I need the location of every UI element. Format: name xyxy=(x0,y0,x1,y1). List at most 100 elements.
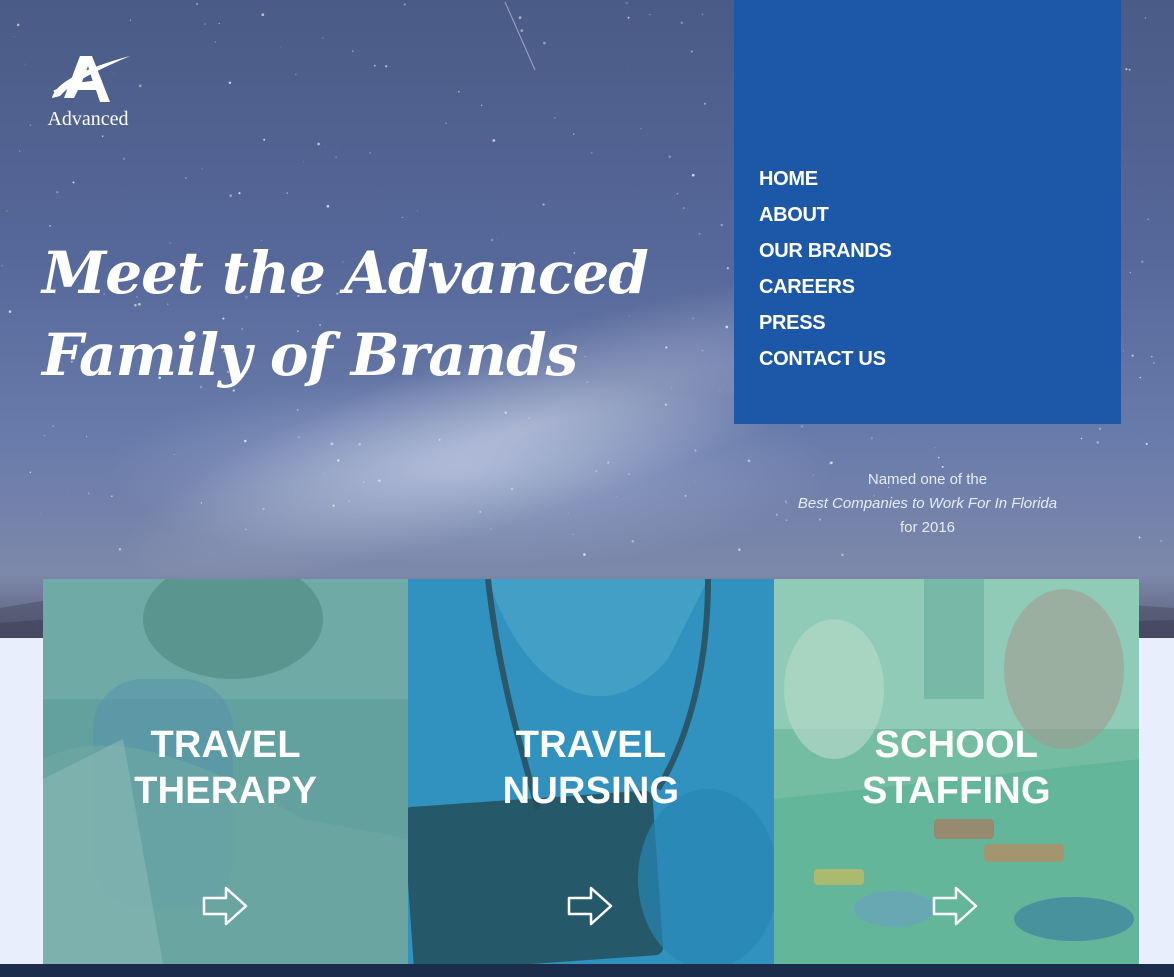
nav-item-contact-us: CONTACT US xyxy=(759,348,892,384)
star xyxy=(680,21,684,25)
star xyxy=(719,391,721,393)
star xyxy=(29,124,32,127)
star xyxy=(195,2,199,6)
star xyxy=(348,500,351,502)
star xyxy=(444,122,448,125)
card-title: TRAVEL NURSING xyxy=(408,722,773,814)
star xyxy=(322,37,324,39)
star xyxy=(625,1,629,5)
star xyxy=(938,456,940,459)
star xyxy=(24,63,26,65)
star xyxy=(553,116,556,119)
star xyxy=(1,264,4,267)
star xyxy=(358,443,362,446)
star xyxy=(138,84,142,88)
star xyxy=(1128,68,1131,71)
star xyxy=(527,416,531,419)
star xyxy=(704,102,706,105)
star xyxy=(56,190,59,194)
star xyxy=(1098,427,1102,430)
card-title-line-2: THERAPY xyxy=(134,770,318,812)
star xyxy=(586,399,587,401)
nav-link-press[interactable]: PRESS xyxy=(759,312,826,334)
award-line-1: Named one of the xyxy=(867,471,988,488)
star xyxy=(693,480,696,483)
star xyxy=(1138,536,1141,539)
star xyxy=(303,161,304,162)
arrow-right-icon[interactable] xyxy=(932,884,980,928)
advanced-logo-mark-icon xyxy=(52,56,130,102)
main-navigation: HOME ABOUT OUR BRANDS CAREERS PRESS CONT… xyxy=(734,0,1121,424)
star xyxy=(325,145,326,147)
star xyxy=(352,50,354,52)
star xyxy=(640,128,642,130)
star xyxy=(504,411,507,415)
star xyxy=(263,138,266,141)
star xyxy=(363,481,365,483)
star xyxy=(85,435,88,438)
star xyxy=(369,152,371,154)
nav-link-contact-us[interactable]: CONTACT US xyxy=(759,348,886,370)
star xyxy=(1159,539,1163,543)
star xyxy=(228,81,232,84)
star xyxy=(244,439,247,443)
star xyxy=(480,104,483,107)
arrow-right-icon[interactable] xyxy=(567,884,615,928)
nav-item-about: ABOUT xyxy=(759,204,892,240)
star xyxy=(72,181,75,184)
card-title: SCHOOL STAFFING xyxy=(774,722,1139,814)
nav-link-home[interactable]: HOME xyxy=(759,168,818,190)
star xyxy=(1125,68,1128,71)
star xyxy=(627,67,629,69)
card-title-line-1: TRAVEL xyxy=(515,724,667,766)
star xyxy=(18,150,21,152)
star xyxy=(567,512,569,514)
star xyxy=(690,50,693,53)
card-school-staffing[interactable]: SCHOOL STAFFING xyxy=(773,579,1139,964)
star xyxy=(201,168,203,170)
star xyxy=(8,310,12,313)
nav-link-our-brands[interactable]: OUR BRANDS xyxy=(759,240,892,262)
star xyxy=(701,349,704,352)
star xyxy=(479,510,482,513)
nav-link-about[interactable]: ABOUT xyxy=(759,204,829,226)
star xyxy=(518,16,522,19)
nav-item-press: PRESS xyxy=(759,312,892,348)
star xyxy=(572,533,574,535)
star xyxy=(492,139,496,142)
star xyxy=(510,487,514,491)
star xyxy=(101,135,104,137)
star xyxy=(403,3,406,6)
star xyxy=(682,207,685,209)
arrow-right-icon[interactable] xyxy=(202,884,250,928)
star xyxy=(1145,442,1148,445)
nav-link-careers[interactable]: CAREERS xyxy=(759,276,855,298)
star xyxy=(692,317,695,320)
headline-line-1: Meet the Advanced xyxy=(42,239,649,307)
star xyxy=(88,492,90,494)
card-travel-therapy[interactable]: TRAVEL THERAPY xyxy=(43,579,409,964)
award-line-2: Best Companies to Work For In Florida xyxy=(797,495,1058,512)
card-title-line-2: STAFFING xyxy=(861,770,1051,812)
award-notice: Named one of the Best Companies to Work … xyxy=(734,468,1121,540)
star xyxy=(649,13,651,16)
star xyxy=(337,145,338,147)
star xyxy=(68,492,69,493)
star xyxy=(16,23,20,27)
star xyxy=(747,459,751,463)
star xyxy=(841,553,844,557)
star xyxy=(261,13,265,17)
star xyxy=(238,192,241,195)
star xyxy=(118,548,122,551)
star xyxy=(332,504,335,507)
star xyxy=(416,210,418,212)
star xyxy=(52,425,54,427)
advanced-logo[interactable]: Advanced xyxy=(42,52,134,130)
card-travel-nursing[interactable]: TRAVEL NURSING xyxy=(408,579,774,964)
star xyxy=(185,177,187,179)
star xyxy=(244,528,247,531)
star xyxy=(631,540,635,543)
star xyxy=(698,233,701,235)
card-title-line-1: SCHOOL xyxy=(874,724,1039,766)
star xyxy=(129,19,131,21)
